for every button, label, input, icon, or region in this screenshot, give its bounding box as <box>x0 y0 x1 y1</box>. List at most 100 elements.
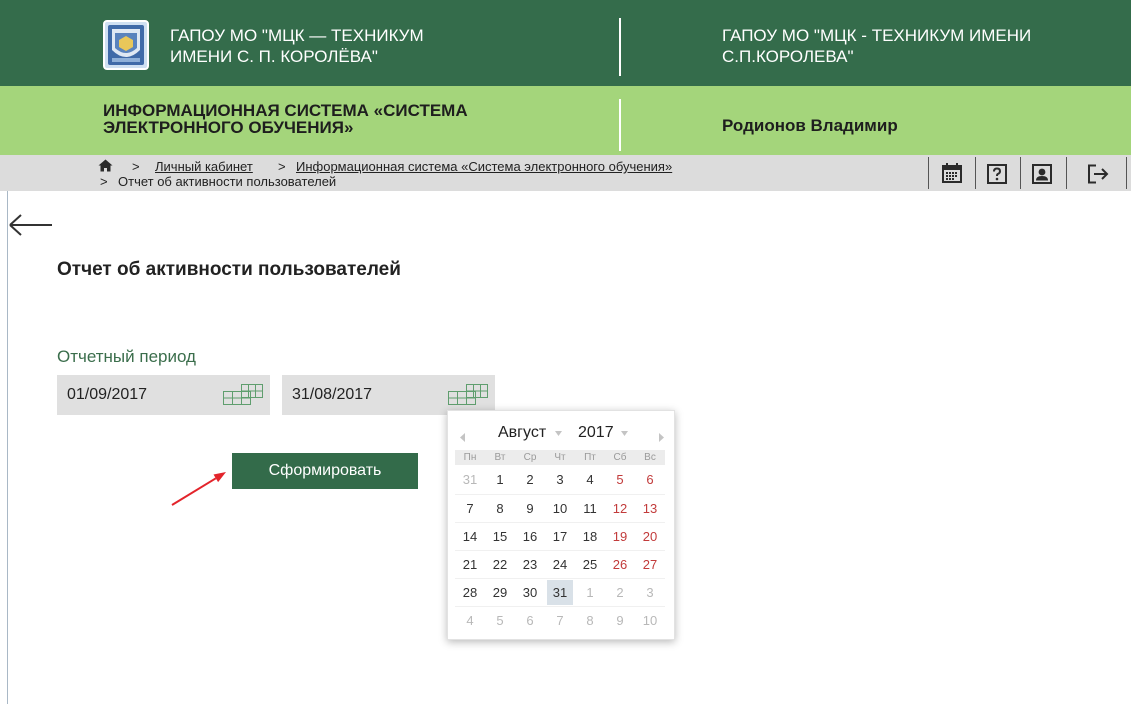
back-arrow-icon[interactable] <box>6 213 54 239</box>
day-cell[interactable]: 9 <box>607 608 633 633</box>
weekday-label: Пт <box>584 452 596 463</box>
logout-icon <box>1088 164 1109 184</box>
day-cell[interactable]: 5 <box>487 608 513 633</box>
day-cell[interactable]: 26 <box>607 552 633 577</box>
day-cell[interactable]: 8 <box>577 608 603 633</box>
breadcrumb-link-lms[interactable]: Информационная система «Система электрон… <box>296 160 672 174</box>
weekday-header: Пн Вт Ср Чт Пт Сб Вс <box>455 450 665 465</box>
day-cell[interactable]: 18 <box>577 524 603 549</box>
help-button[interactable] <box>987 164 1007 184</box>
breadcrumb-separator: > <box>100 174 108 189</box>
org-name-right-line2: С.П.КОРОЛЕВА" <box>722 47 854 66</box>
system-bar-divider <box>619 99 621 151</box>
calendar-icon <box>942 163 962 183</box>
day-cell[interactable]: 25 <box>577 552 603 577</box>
day-cell[interactable]: 28 <box>457 580 483 605</box>
day-cell[interactable]: 4 <box>457 608 483 633</box>
breadcrumb-link-cabinet[interactable]: Личный кабинет <box>155 160 253 174</box>
day-cell[interactable]: 3 <box>637 580 663 605</box>
date-to-input[interactable] <box>282 375 442 415</box>
day-cell[interactable]: 2 <box>607 580 633 605</box>
calendar-grid-icon[interactable] <box>222 383 264 405</box>
day-cell[interactable]: 16 <box>517 524 543 549</box>
week-row: 28 29 30 31 1 2 3 <box>455 578 665 606</box>
week-row: 31 1 2 3 4 5 6 <box>455 466 665 494</box>
generate-report-button[interactable]: Сформировать <box>232 453 418 489</box>
day-cell[interactable]: 14 <box>457 524 483 549</box>
day-cell[interactable]: 4 <box>577 467 603 492</box>
chevron-down-icon <box>620 430 628 436</box>
org-name-left-line2: ИМЕНИ С. П. КОРОЛЁВА" <box>170 47 378 66</box>
content-border <box>7 191 8 704</box>
chevron-down-icon <box>555 430 563 436</box>
system-title-line2: ЭЛЕКТРОННОГО ОБУЧЕНИЯ» <box>103 118 354 137</box>
logout-button[interactable] <box>1087 164 1109 184</box>
day-cell[interactable]: 6 <box>517 608 543 633</box>
home-icon[interactable] <box>98 159 113 172</box>
org-name-right-line1: ГАПОУ МО "МЦК - ТЕХНИКУМ ИМЕНИ <box>722 26 1032 45</box>
date-from-input[interactable] <box>57 375 217 415</box>
day-cell[interactable]: 31 <box>457 467 483 492</box>
day-cell[interactable]: 9 <box>517 496 543 521</box>
day-cell-selected[interactable]: 31 <box>547 580 573 605</box>
day-cell[interactable]: 1 <box>577 580 603 605</box>
day-cell[interactable]: 23 <box>517 552 543 577</box>
day-cell[interactable]: 30 <box>517 580 543 605</box>
next-month-icon[interactable] <box>658 429 664 442</box>
college-emblem-icon <box>103 20 149 70</box>
user-name: Родионов Владимир <box>722 116 898 135</box>
breadcrumb-separator: > <box>132 159 140 174</box>
toolbar-divider <box>1020 157 1021 189</box>
annotation-arrow <box>171 472 226 506</box>
profile-button[interactable] <box>1032 164 1052 184</box>
day-cell[interactable]: 12 <box>607 496 633 521</box>
month-select[interactable]: Август <box>498 423 563 443</box>
day-cell[interactable]: 5 <box>607 467 633 492</box>
day-cell[interactable]: 10 <box>637 608 663 633</box>
day-cell[interactable]: 29 <box>487 580 513 605</box>
header-divider <box>619 18 621 76</box>
day-cell[interactable]: 21 <box>457 552 483 577</box>
weekday-label: Вс <box>644 452 656 463</box>
day-cell[interactable]: 19 <box>607 524 633 549</box>
day-cell[interactable]: 6 <box>637 467 663 492</box>
week-row: 21 22 23 24 25 26 27 <box>455 550 665 578</box>
year-select[interactable]: 2017 <box>578 423 628 443</box>
day-cell[interactable]: 1 <box>487 467 513 492</box>
day-cell[interactable]: 10 <box>547 496 573 521</box>
breadcrumb-current: Отчет об активности пользователей <box>118 174 337 189</box>
day-cell[interactable]: 20 <box>637 524 663 549</box>
day-grid: 31 1 2 3 4 5 6 7 8 9 10 11 12 13 14 15 16 17 18 19 20 21 22 23 2… <box>455 466 665 634</box>
toolbar-divider <box>975 157 976 189</box>
week-row: 7 8 9 10 11 12 13 <box>455 494 665 522</box>
calendar-grid-icon[interactable] <box>447 383 489 405</box>
day-cell[interactable]: 27 <box>637 552 663 577</box>
year-label: 2017 <box>578 424 614 441</box>
day-cell[interactable]: 17 <box>547 524 573 549</box>
profile-icon <box>1032 164 1052 184</box>
page-title: Отчет об активности пользователей <box>57 259 401 280</box>
day-cell[interactable]: 11 <box>577 496 603 521</box>
breadcrumb-separator: > <box>278 159 286 174</box>
day-cell[interactable]: 22 <box>487 552 513 577</box>
org-name-left-line1: ГАПОУ МО "МЦК — ТЕХНИКУМ <box>170 26 424 45</box>
day-cell[interactable]: 7 <box>457 496 483 521</box>
toolbar-divider <box>1126 157 1127 189</box>
system-title: ИНФОРМАЦИОННАЯ СИСТЕМА «СИСТЕМА ЭЛЕКТРОН… <box>103 102 468 136</box>
calendar-button[interactable] <box>941 162 963 184</box>
weekday-label: Вт <box>494 452 506 463</box>
date-to-field <box>282 375 495 415</box>
day-cell[interactable]: 8 <box>487 496 513 521</box>
org-name-right: ГАПОУ МО "МЦК - ТЕХНИКУМ ИМЕНИ С.П.КОРОЛ… <box>722 25 1031 67</box>
day-cell[interactable]: 3 <box>547 467 573 492</box>
day-cell[interactable]: 13 <box>637 496 663 521</box>
day-cell[interactable]: 15 <box>487 524 513 549</box>
weekday-label: Чт <box>554 452 566 463</box>
day-cell[interactable]: 7 <box>547 608 573 633</box>
day-cell[interactable]: 2 <box>517 467 543 492</box>
prev-month-icon[interactable] <box>460 429 466 442</box>
week-row: 14 15 16 17 18 19 20 <box>455 522 665 550</box>
day-cell[interactable]: 24 <box>547 552 573 577</box>
period-label: Отчетный период <box>57 347 196 366</box>
week-row: 4 5 6 7 8 9 10 <box>455 606 665 634</box>
